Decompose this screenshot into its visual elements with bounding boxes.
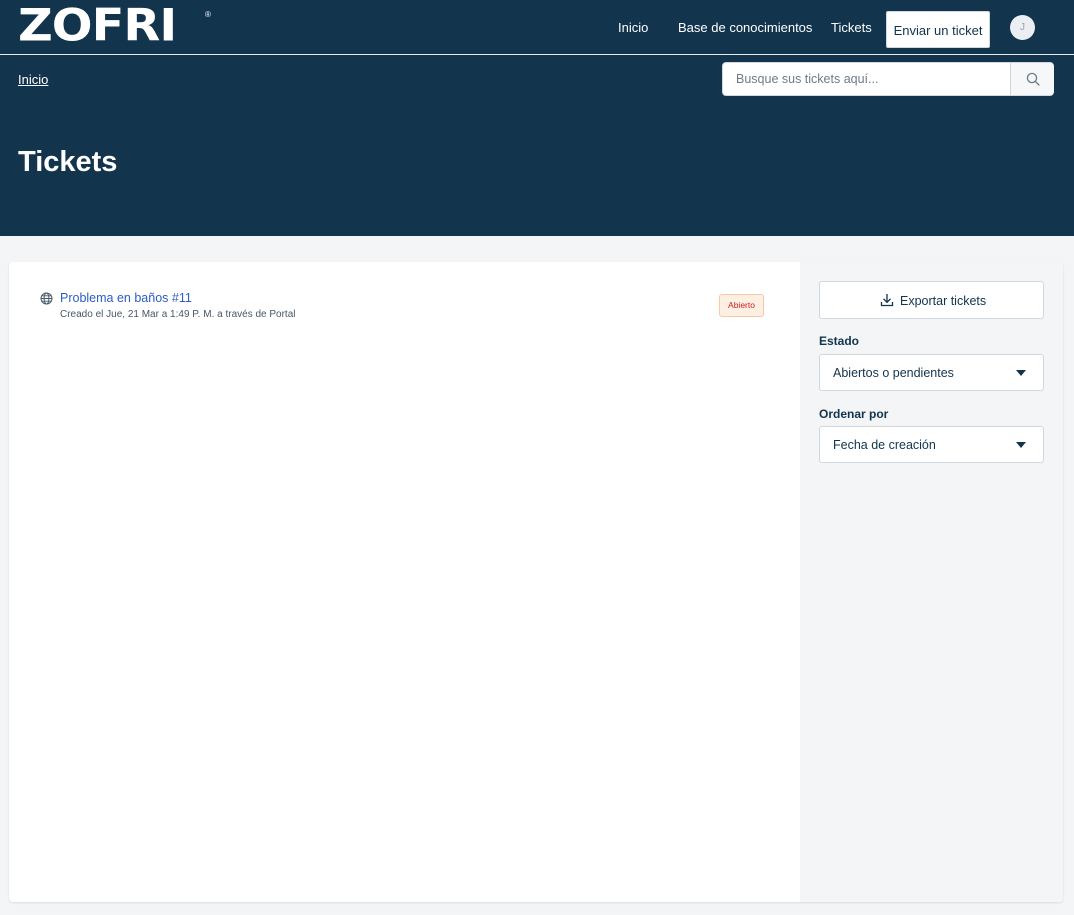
page-title: Tickets — [18, 146, 118, 178]
search-button[interactable] — [1010, 63, 1054, 95]
header: ZOFRI ® Inicio Base de conocimientos Tic… — [0, 0, 1074, 236]
caret-down-icon — [1016, 370, 1026, 376]
avatar[interactable]: J — [1010, 15, 1035, 40]
download-icon — [880, 294, 894, 307]
nav-knowledge-base[interactable]: Base de conocimientos — [678, 20, 812, 35]
registered-mark: ® — [205, 10, 211, 19]
nav-inicio[interactable]: Inicio — [618, 20, 648, 35]
ordenar-select-value: Fecha de creación — [833, 438, 936, 452]
search-input[interactable] — [723, 63, 1010, 95]
ticket-list-item[interactable]: Problema en baños #11 Creado el Jue, 21 … — [9, 262, 799, 342]
ticket-title-link[interactable]: Problema en baños #11 — [60, 291, 192, 305]
zofri-logo[interactable]: ZOFRI — [18, 3, 177, 49]
search-icon — [1026, 72, 1040, 86]
ticket-meta: Creado el Jue, 21 Mar a 1:49 P. M. a tra… — [60, 309, 296, 320]
export-tickets-label: Exportar tickets — [900, 294, 987, 308]
status-badge: Abierto — [719, 294, 764, 317]
tickets-card: Problema en baños #11 Creado el Jue, 21 … — [9, 262, 1063, 902]
ordenar-select[interactable]: Fecha de creación — [819, 426, 1044, 463]
ordenar-label: Ordenar por — [819, 407, 889, 421]
submit-ticket-button[interactable]: Enviar un ticket — [886, 11, 990, 48]
caret-down-icon — [1016, 442, 1026, 448]
estado-select[interactable]: Abiertos o pendientes — [819, 354, 1044, 391]
globe-icon — [40, 292, 53, 305]
filter-sidebar: Exportar tickets Estado Abiertos o pendi… — [800, 262, 1063, 902]
nav-tickets[interactable]: Tickets — [831, 20, 872, 35]
estado-select-value: Abiertos o pendientes — [833, 366, 954, 380]
top-navbar: ZOFRI ® Inicio Base de conocimientos Tic… — [0, 0, 1074, 55]
search-bar — [722, 62, 1054, 96]
breadcrumb-inicio[interactable]: Inicio — [18, 72, 48, 87]
estado-label: Estado — [819, 334, 860, 348]
export-tickets-button[interactable]: Exportar tickets — [819, 281, 1044, 319]
